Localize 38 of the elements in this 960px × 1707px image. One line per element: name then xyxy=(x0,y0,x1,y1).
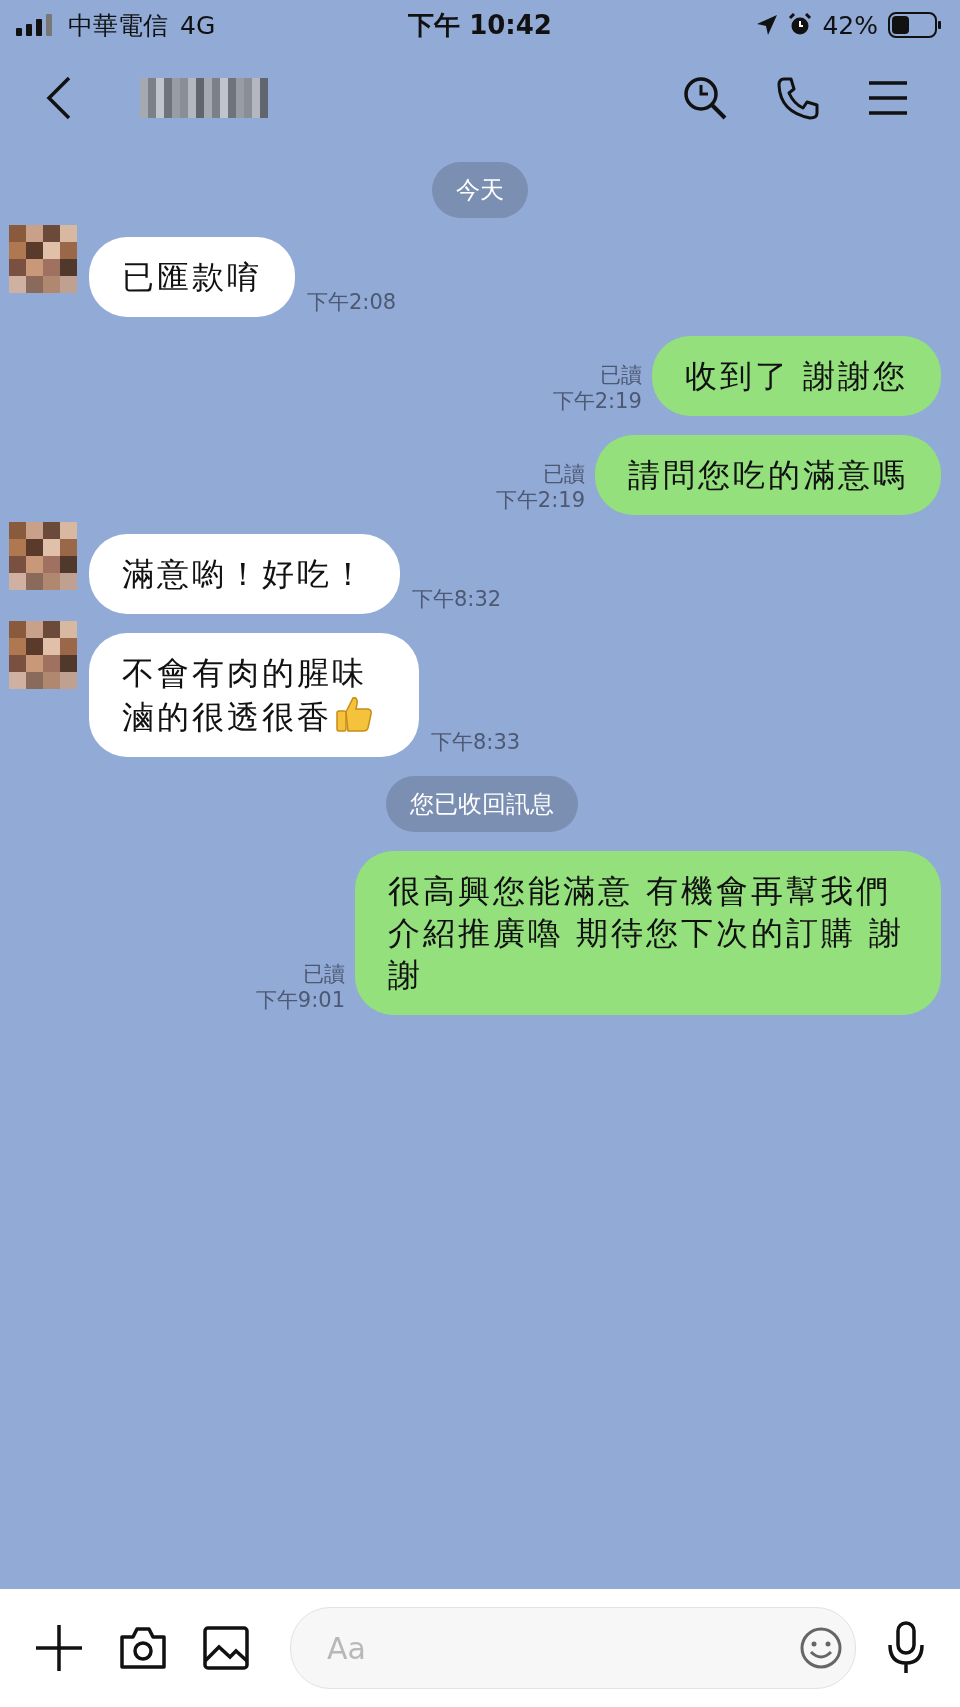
read-receipt: 已讀 xyxy=(303,961,345,987)
message-time: 下午2:19 xyxy=(552,388,642,414)
message-text: 滿意喲！好吃！ xyxy=(122,555,367,593)
read-receipt: 已讀 xyxy=(543,461,585,487)
avatar xyxy=(9,225,77,293)
system-notice: 您已收回訊息 xyxy=(386,776,578,832)
camera-icon[interactable] xyxy=(118,1625,168,1671)
phone-icon[interactable] xyxy=(776,76,820,120)
image-icon[interactable] xyxy=(202,1625,250,1671)
back-icon[interactable] xyxy=(46,76,72,120)
location-arrow-icon xyxy=(756,14,779,36)
message-text: 請問您吃的滿意嗎 xyxy=(628,456,908,494)
message-field[interactable]: Aa xyxy=(290,1607,856,1689)
battery-percent: 42% xyxy=(822,10,878,40)
avatar xyxy=(9,522,77,590)
message-time: 下午8:33 xyxy=(431,729,521,755)
message-text: 很高興您能滿意 有機會再幫我們介紹推廣嚕 期待您下次的訂購 謝謝 xyxy=(388,872,905,994)
alarm-clock-icon xyxy=(788,13,813,37)
message-text: 不會有肉的腥味滷的很透很香 xyxy=(122,654,367,736)
network-type: 4G xyxy=(180,10,216,40)
menu-icon[interactable] xyxy=(868,80,908,116)
message-time: 下午2:08 xyxy=(307,289,397,315)
message-time: 下午9:01 xyxy=(255,987,345,1013)
message-input[interactable]: Aa xyxy=(325,1629,799,1667)
emoji-icon[interactable] xyxy=(799,1626,843,1670)
message-time: 下午8:32 xyxy=(412,586,502,612)
read-receipt: 已讀 xyxy=(599,362,642,388)
plus-icon[interactable] xyxy=(34,1623,84,1673)
microphone-icon[interactable] xyxy=(886,1621,926,1675)
message-time: 下午2:19 xyxy=(495,487,585,513)
clock-time: 下午 10:42 xyxy=(408,8,552,42)
search-icon[interactable] xyxy=(682,75,728,121)
date-separator: 今天 xyxy=(432,162,528,218)
carrier-name: 中華電信 xyxy=(68,9,168,42)
battery-icon xyxy=(888,12,942,38)
avatar xyxy=(9,621,77,689)
message-text: 已匯款唷 xyxy=(122,258,262,296)
message-text: 收到了 謝謝您 xyxy=(684,357,908,395)
